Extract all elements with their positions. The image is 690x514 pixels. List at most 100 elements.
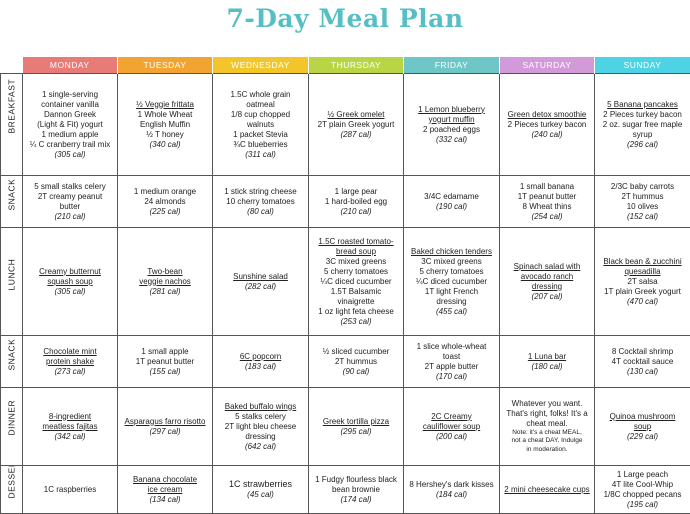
recipe-link[interactable]: ½ Veggie frittata — [120, 100, 210, 110]
recipe-link[interactable]: bread soup — [311, 247, 401, 257]
meal-cell-monday: Creamy butternutsquash soup(305 cal) — [23, 228, 118, 336]
meal-row-snack: SNACK5 small stalks celery2T creamy pean… — [1, 176, 690, 228]
meal-label: DINNER — [7, 418, 17, 435]
calorie-count: (240 cal) — [502, 130, 592, 140]
calorie-count: (80 cal) — [215, 207, 306, 217]
header-corner — [1, 57, 23, 74]
recipe-link[interactable]: Baked buffalo wings — [215, 402, 306, 412]
meal-cell-wednesday: Sunshine salad(282 cal) — [213, 228, 309, 336]
meal-cell-tuesday: Banana chocolateice cream(134 cal) — [118, 466, 213, 514]
calorie-count: (295 cal) — [311, 427, 401, 437]
meal-item-text: 2T apple butter — [406, 362, 497, 372]
recipe-link[interactable]: cauliflower soup — [406, 422, 497, 432]
calorie-count: (225 cal) — [120, 207, 210, 217]
recipe-link[interactable]: 5 Banana pancakes — [597, 100, 688, 110]
recipe-link[interactable]: yogurt muffin — [406, 115, 497, 125]
meal-item-text: 1 medium orange — [120, 187, 210, 197]
meal-item-text: 8 Hershey's dark kisses — [406, 480, 497, 490]
recipe-link[interactable]: veggie nachos — [120, 277, 210, 287]
meal-cell-sunday: 2/3C baby carrots2T hummus10 olives(152 … — [595, 176, 690, 228]
calorie-count: (305 cal) — [25, 287, 115, 297]
meal-item-text: toast — [406, 352, 497, 362]
meal-item-text: vinaigrette — [311, 297, 401, 307]
meal-item-text: ½ T honey — [120, 130, 210, 140]
meal-item-text: 24 almonds — [120, 197, 210, 207]
recipe-link[interactable]: Banana chocolate — [120, 475, 210, 485]
recipe-link[interactable]: Creamy butternut — [25, 267, 115, 277]
meal-item-text: 1 small banana — [502, 182, 592, 192]
meal-cell-sunday: 1 Large peach4T lite Cool-Whip1/8C chopp… — [595, 466, 690, 514]
recipe-link[interactable]: Black bean & zucchini — [597, 257, 688, 267]
recipe-link[interactable]: Sunshine salad — [215, 272, 306, 282]
meal-cell-friday: Baked chicken tenders3C mixed greens5 ch… — [404, 228, 500, 336]
meal-item-text: 1.5T Balsamic — [311, 287, 401, 297]
meal-cell-sunday: 5 Banana pancakes2 Pieces turkey bacon2 … — [595, 74, 690, 176]
meal-item-text: 1T light French — [406, 287, 497, 297]
meal-item-text: 2 poached eggs — [406, 125, 497, 135]
recipe-link[interactable]: 2C Creamy — [406, 412, 497, 422]
meal-row-breakfast: BREAKFAST1 single-servingcontainer vanil… — [1, 74, 690, 176]
calorie-count: (340 cal) — [120, 140, 210, 150]
recipe-link[interactable]: 1.5C roasted tomato- — [311, 237, 401, 247]
recipe-link[interactable]: quesadilla — [597, 267, 688, 277]
recipe-link[interactable]: ice cream — [120, 485, 210, 495]
meal-item-text: 1 medium apple — [25, 130, 115, 140]
recipe-link[interactable]: 6C popcorn — [215, 352, 306, 362]
meal-item-text: 5 small stalks celery — [25, 182, 115, 192]
meal-item-text: 2T creamy peanut — [25, 192, 115, 202]
meal-item-text: 1C raspberries — [25, 485, 115, 495]
meal-row-snack: SNACKChocolate mintprotein shake(273 cal… — [1, 336, 690, 388]
meal-cell-saturday: Whatever you want.That's right, folks! I… — [500, 388, 595, 466]
meal-label: LUNCH — [7, 273, 17, 290]
meal-cell-thursday: Greek tortilla pizza(295 cal) — [309, 388, 404, 466]
meal-cell-monday: Chocolate mintprotein shake(273 cal) — [23, 336, 118, 388]
recipe-link[interactable]: Green detox smoothie — [502, 110, 592, 120]
meal-label-cell: BREAKFAST — [1, 74, 23, 176]
meal-row-lunch: LUNCH Creamy butternutsquash soup(305 cal… — [1, 228, 690, 336]
meal-item-text: dressing — [406, 297, 497, 307]
meal-item-text: 1 stick string cheese — [215, 187, 306, 197]
meal-item-text: 2/3C baby carrots — [597, 182, 688, 192]
recipe-link[interactable]: dressing — [502, 282, 592, 292]
recipe-link[interactable]: meatless fajitas — [25, 422, 115, 432]
recipe-link[interactable]: protein shake — [25, 357, 115, 367]
meal-label-cell: DESSERT — [1, 466, 23, 514]
recipe-link[interactable]: squash soup — [25, 277, 115, 287]
meal-cell-monday: 1C raspberries — [23, 466, 118, 514]
meal-item-text: 2T plain Greek yogurt — [311, 120, 401, 130]
calorie-count: (305 cal) — [25, 150, 115, 160]
meal-cell-tuesday: 1 small apple1T peanut butter(155 cal) — [118, 336, 213, 388]
meal-item-text: ¼C diced cucumber — [311, 277, 401, 287]
recipe-link[interactable]: ½ Greek omelet — [311, 110, 401, 120]
day-header-monday: MONDAY — [23, 57, 118, 74]
meal-item-text: 1.5C whole grain — [215, 90, 306, 100]
recipe-link[interactable]: Baked chicken tenders — [406, 247, 497, 257]
recipe-link[interactable]: 2 mini cheesecake cups — [502, 485, 592, 495]
recipe-link[interactable]: soup — [597, 422, 688, 432]
calorie-count: (180 cal) — [502, 362, 592, 372]
recipe-link[interactable]: Two-bean — [120, 267, 210, 277]
recipe-link[interactable]: 1 Lemon blueberry — [406, 105, 497, 115]
recipe-link[interactable]: Chocolate mint — [25, 347, 115, 357]
recipe-link[interactable]: 8-ingredient — [25, 412, 115, 422]
meal-item-text: 5 stalks celery — [215, 412, 306, 422]
day-header-saturday: SATURDAY — [500, 57, 595, 74]
recipe-link[interactable]: Spinach salad with — [502, 262, 592, 272]
meal-item-text: 1/8 cup chopped — [215, 110, 306, 120]
meal-item-text: 3C mixed greens — [311, 257, 401, 267]
recipe-link[interactable]: Asparagus farro risotto — [120, 417, 210, 427]
recipe-link[interactable]: Greek tortilla pizza — [311, 417, 401, 427]
calorie-count: (90 cal) — [311, 367, 401, 377]
recipe-link[interactable]: avocado ranch — [502, 272, 592, 282]
meal-item-text: 2T hummus — [311, 357, 401, 367]
meal-cell-friday: 1 slice whole-wheattoast2T apple butter(… — [404, 336, 500, 388]
meal-cell-wednesday: 1C strawberries(45 cal) — [213, 466, 309, 514]
meal-cell-sunday: 8 Cocktail shrimp4T cocktail sauce(130 c… — [595, 336, 690, 388]
meal-item-text: 8 Wheat thins — [502, 202, 592, 212]
meal-cell-thursday: 1 Fudgy flourless blackbean brownie(174 … — [309, 466, 404, 514]
recipe-link[interactable]: Quinoa mushroom — [597, 412, 688, 422]
meal-item-text: 1T peanut butter — [502, 192, 592, 202]
meal-cell-monday: 5 small stalks celery2T creamy peanutbut… — [23, 176, 118, 228]
recipe-link[interactable]: 1 Luna bar — [502, 352, 592, 362]
meal-item-text: syrup — [597, 130, 688, 140]
